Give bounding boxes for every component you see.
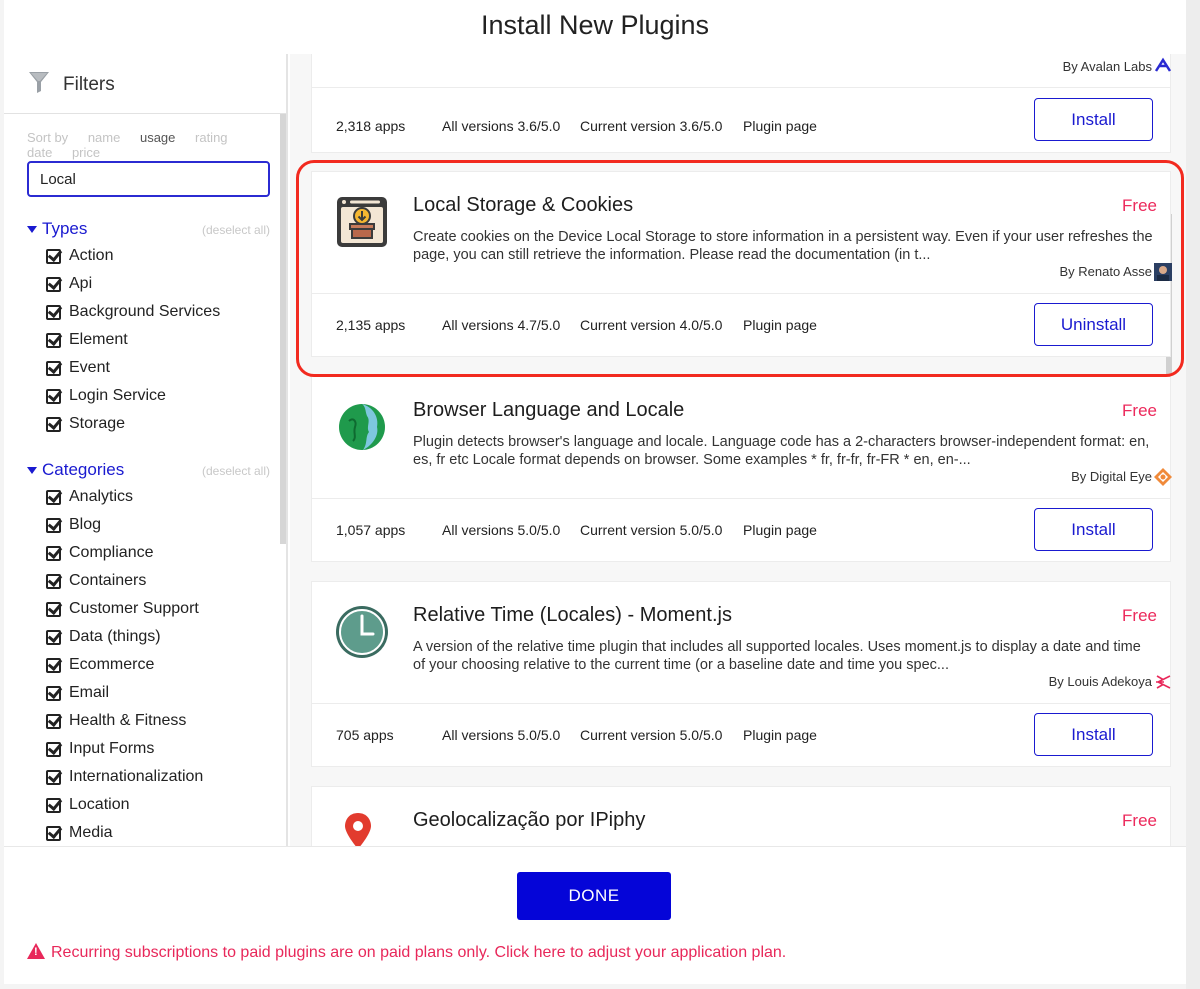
- plugin-price: Free: [1122, 401, 1157, 420]
- types-deselect-all[interactable]: (deselect all): [202, 223, 270, 237]
- local-storage-icon: [337, 197, 387, 247]
- checkbox-checked-icon[interactable]: [46, 249, 61, 264]
- plugin-page-link[interactable]: Plugin page: [743, 727, 817, 743]
- categories-deselect-all[interactable]: (deselect all): [202, 464, 270, 478]
- apps-count: 1,057 apps: [336, 522, 406, 538]
- plugin-page-link[interactable]: Plugin page: [743, 522, 817, 538]
- all-versions-rating: All versions 3.6/5.0: [442, 118, 561, 134]
- plugin-price: Free: [1122, 811, 1157, 830]
- current-version-rating: Current version 3.6/5.0: [580, 118, 723, 134]
- plugin-name[interactable]: Browser Language and Locale: [413, 399, 684, 422]
- sort-option-price[interactable]: price: [72, 145, 100, 160]
- checkbox-checked-icon[interactable]: [46, 490, 61, 505]
- filters-header: Filters: [4, 54, 286, 114]
- checkbox-checked-icon[interactable]: [46, 742, 61, 757]
- checkbox-checked-icon[interactable]: [46, 546, 61, 561]
- sort-option-date[interactable]: date: [27, 145, 52, 160]
- checkbox-checked-icon[interactable]: [46, 333, 61, 348]
- sidebar-scrollbar[interactable]: [280, 114, 286, 544]
- plugin-card-browser-language-locale: Browser Language and Locale Free Plugin …: [311, 376, 1172, 562]
- plugin-card-relative-time-locales: Relative Time (Locales) - Moment.js Free…: [311, 581, 1171, 767]
- plugin-author: By Louis Adekoya: [1048, 674, 1152, 689]
- checkbox-checked-icon[interactable]: [46, 630, 61, 645]
- done-button[interactable]: DONE: [517, 872, 671, 920]
- paid-plan-warning[interactable]: Recurring subscriptions to paid plugins …: [27, 941, 786, 962]
- filters-label: Filters: [63, 74, 115, 95]
- sort-option-rating[interactable]: rating: [195, 130, 228, 145]
- collapse-triangle-icon[interactable]: [27, 226, 37, 233]
- checkbox-checked-icon[interactable]: [46, 277, 61, 292]
- plugin-author: By Digital Eye: [1071, 469, 1152, 484]
- uninstall-button[interactable]: Uninstall: [1034, 303, 1153, 346]
- plugin-card: By Avalan Labs 2,318 apps All versions 3…: [311, 54, 1172, 153]
- plugin-price: Free: [1122, 196, 1157, 215]
- clock-icon: [336, 606, 388, 658]
- checkbox-checked-icon[interactable]: [46, 518, 61, 533]
- author-logo-icon: [1156, 675, 1171, 689]
- sort-by-label: Sort by: [27, 130, 69, 145]
- plugin-search-input[interactable]: [27, 161, 270, 197]
- plugin-page-link[interactable]: Plugin page: [743, 317, 817, 333]
- install-button[interactable]: Install: [1034, 713, 1153, 756]
- plugin-name[interactable]: Relative Time (Locales) - Moment.js: [413, 604, 732, 627]
- plugin-description: Plugin detects browser's language and lo…: [413, 434, 1150, 468]
- categories-section-header[interactable]: Categories (deselect all): [27, 460, 270, 482]
- plugin-price: Free: [1122, 606, 1157, 625]
- avalan-logo-icon: [1154, 57, 1172, 72]
- sort-option-name[interactable]: name: [88, 130, 121, 145]
- install-plugins-modal: Install New Plugins Filters Sort by name…: [4, 0, 1186, 984]
- checkbox-checked-icon[interactable]: [46, 770, 61, 785]
- checkbox-checked-icon[interactable]: [46, 602, 61, 617]
- apps-count: 2,135 apps: [336, 317, 406, 333]
- plugin-card-local-storage-cookies: Local Storage & Cookies Free Create cook…: [311, 171, 1172, 357]
- sort-by-row: Sort by name usage rating date price: [27, 130, 286, 160]
- plugin-page-link[interactable]: Plugin page: [743, 118, 817, 134]
- background-edge: [1186, 0, 1200, 989]
- warning-text[interactable]: Recurring subscriptions to paid plugins …: [51, 944, 786, 961]
- sort-option-usage[interactable]: usage: [140, 130, 175, 145]
- all-versions-rating: All versions 5.0/5.0: [442, 522, 561, 538]
- current-version-rating: Current version 4.0/5.0: [580, 317, 723, 333]
- checkbox-checked-icon[interactable]: [46, 658, 61, 673]
- categories-title[interactable]: Categories: [42, 460, 124, 480]
- digital-eye-logo-icon: [1154, 468, 1172, 486]
- plugin-author: By Renato Asse: [1059, 264, 1153, 279]
- install-button[interactable]: Install: [1034, 508, 1153, 551]
- plugin-name[interactable]: Local Storage & Cookies: [413, 194, 633, 217]
- current-version-rating: Current version 5.0/5.0: [580, 522, 723, 538]
- all-versions-rating: All versions 5.0/5.0: [442, 727, 561, 743]
- plugin-name[interactable]: Geolocalização por IPiphy: [413, 809, 645, 832]
- apps-count: 705 apps: [336, 727, 394, 743]
- modal-footer: DONE Recurring subscriptions to paid plu…: [4, 846, 1186, 984]
- map-pin-icon: [345, 813, 371, 846]
- checkbox-checked-icon[interactable]: [46, 361, 61, 376]
- plugin-description: Create cookies on the Device Local Stora…: [413, 229, 1153, 263]
- checkbox-checked-icon[interactable]: [46, 417, 61, 432]
- checkbox-checked-icon[interactable]: [46, 714, 61, 729]
- install-button[interactable]: Install: [1034, 98, 1153, 141]
- plugin-description: A version of the relative time plugin th…: [413, 639, 1141, 673]
- current-version-rating: Current version 5.0/5.0: [580, 727, 723, 743]
- all-versions-rating: All versions 4.7/5.0: [442, 317, 561, 333]
- checkbox-checked-icon[interactable]: [46, 574, 61, 589]
- funnel-icon: [29, 72, 49, 93]
- author-avatar-icon: [1154, 263, 1172, 281]
- checkbox-checked-icon[interactable]: [46, 826, 61, 841]
- browser-language-icon: [339, 404, 385, 450]
- plugin-author: By Avalan Labs: [1062, 59, 1152, 74]
- types-title[interactable]: Types: [42, 219, 87, 239]
- filters-sidebar: Filters Sort by name usage rating date p…: [4, 54, 288, 846]
- checkbox-checked-icon[interactable]: [46, 305, 61, 320]
- plugin-card-geolocalizacao: Geolocalização por IPiphy Free: [311, 786, 1171, 846]
- warning-icon: [27, 943, 45, 959]
- checkbox-checked-icon[interactable]: [46, 686, 61, 701]
- apps-count: 2,318 apps: [336, 118, 406, 134]
- plugin-list: By Avalan Labs 2,318 apps All versions 3…: [290, 54, 1186, 846]
- checkbox-checked-icon[interactable]: [46, 798, 61, 813]
- checkbox-checked-icon[interactable]: [46, 389, 61, 404]
- collapse-triangle-icon[interactable]: [27, 467, 37, 474]
- modal-title: Install New Plugins: [480, 10, 710, 40]
- types-section-header[interactable]: Types (deselect all): [27, 219, 270, 241]
